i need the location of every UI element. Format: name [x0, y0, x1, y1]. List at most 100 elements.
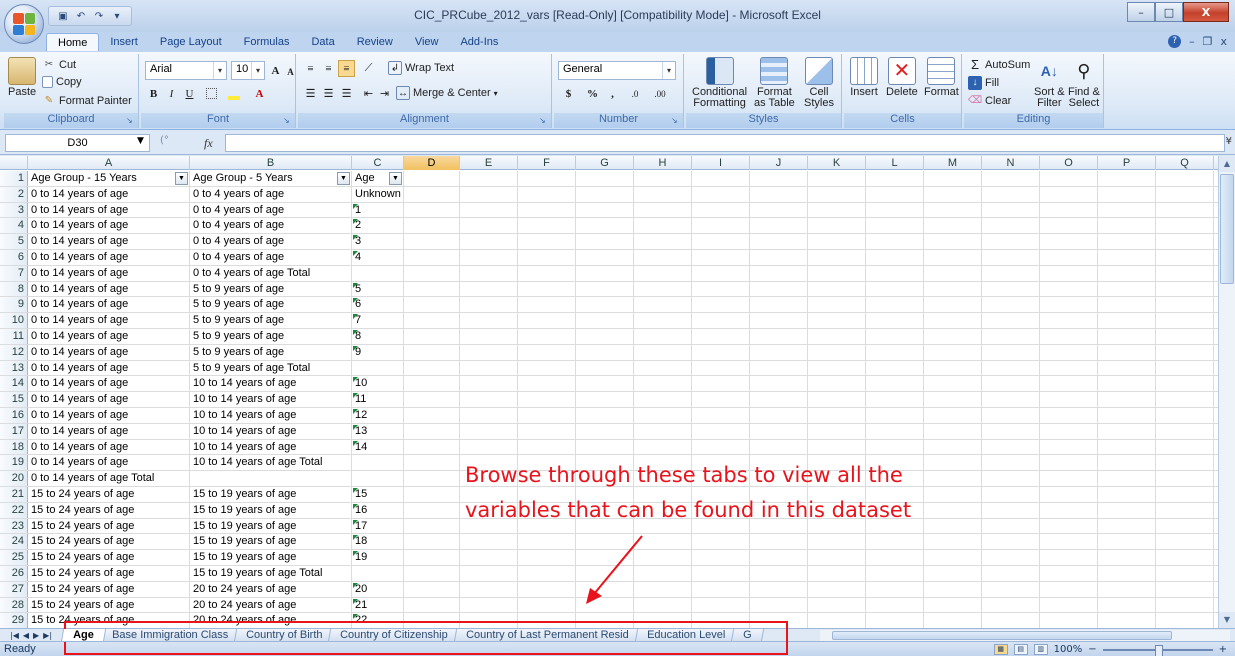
cell-j17[interactable]	[750, 423, 808, 439]
cell-styles-button[interactable]: Cell Styles	[804, 57, 834, 109]
cell-a19[interactable]: 0 to 14 years of age	[28, 455, 190, 471]
cell-e15[interactable]	[460, 392, 518, 407]
expand-formula-bar-icon[interactable]: ¥	[1226, 136, 1232, 147]
cell-c6[interactable]: 4	[352, 249, 404, 265]
row-header[interactable]: 11	[0, 328, 28, 344]
cell-e1[interactable]	[460, 171, 518, 186]
cell-e9[interactable]	[460, 297, 518, 313]
cell-q19[interactable]	[1156, 455, 1214, 471]
copy-button[interactable]: Copy	[42, 76, 82, 88]
cell-o19[interactable]	[1040, 455, 1098, 471]
filter-dropdown-icon[interactable]: ▼	[175, 172, 188, 185]
comma-button[interactable]: ,	[604, 85, 621, 102]
sheet-tab-age[interactable]: Age	[60, 629, 106, 642]
cell-f3[interactable]	[518, 202, 576, 218]
cell-c13[interactable]	[352, 360, 404, 376]
page-break-view-icon[interactable]: ▥	[1033, 644, 1048, 655]
paste-button[interactable]: Paste	[8, 57, 36, 98]
cell-j4[interactable]	[750, 218, 808, 234]
cell-e25[interactable]	[460, 550, 518, 565]
increase-decimal-button[interactable]: .0	[624, 85, 646, 102]
clear-button[interactable]: ⌫ Clear	[968, 94, 1011, 108]
cell-m25[interactable]	[924, 550, 982, 565]
cell-f16[interactable]	[518, 407, 576, 423]
cell-l29[interactable]	[866, 613, 924, 628]
cell-g10[interactable]	[576, 313, 634, 328]
cell-i29[interactable]	[692, 613, 750, 628]
row-header[interactable]: 26	[0, 565, 28, 581]
tab-view[interactable]: View	[404, 33, 450, 51]
cell-p19[interactable]	[1098, 455, 1156, 471]
cell-b6[interactable]: 0 to 4 years of age	[190, 249, 352, 265]
cell-m27[interactable]	[924, 581, 982, 597]
cell-l25[interactable]	[866, 550, 924, 565]
cell-l27[interactable]	[866, 581, 924, 597]
row-header[interactable]: 20	[0, 471, 28, 486]
cell-m10[interactable]	[924, 313, 982, 328]
cell-p20[interactable]	[1098, 471, 1156, 486]
cell-q26[interactable]	[1156, 565, 1214, 581]
cell-o27[interactable]	[1040, 581, 1098, 597]
cell-g15[interactable]	[576, 392, 634, 407]
cell-q13[interactable]	[1156, 360, 1214, 376]
row-header[interactable]: 13	[0, 360, 28, 376]
cell-p1[interactable]	[1098, 171, 1156, 186]
cell-b10[interactable]: 5 to 9 years of age	[190, 313, 352, 328]
cell-i5[interactable]	[692, 234, 750, 249]
increase-indent-icon[interactable]: ⇥	[376, 85, 393, 102]
cell-o25[interactable]	[1040, 550, 1098, 565]
cell-q18[interactable]	[1156, 439, 1214, 455]
cell-a14[interactable]: 0 to 14 years of age	[28, 376, 190, 392]
cell-e26[interactable]	[460, 565, 518, 581]
column-header-h[interactable]: H	[634, 156, 692, 170]
cell-m1[interactable]	[924, 171, 982, 186]
cell-o15[interactable]	[1040, 392, 1098, 407]
cell-f8[interactable]	[518, 281, 576, 297]
cell-p13[interactable]	[1098, 360, 1156, 376]
cell-i16[interactable]	[692, 407, 750, 423]
wrap-text-button[interactable]: ↲ Wrap Text	[388, 61, 454, 75]
cell-q22[interactable]	[1156, 502, 1214, 518]
cell-p8[interactable]	[1098, 281, 1156, 297]
cell-b7[interactable]: 0 to 4 years of age Total	[190, 265, 352, 281]
cell-o23[interactable]	[1040, 518, 1098, 534]
cell-p15[interactable]	[1098, 392, 1156, 407]
cell-q21[interactable]	[1156, 486, 1214, 502]
percent-button[interactable]: %	[584, 85, 601, 102]
cell-f9[interactable]	[518, 297, 576, 313]
cell-g18[interactable]	[576, 439, 634, 455]
cell-p27[interactable]	[1098, 581, 1156, 597]
cell-a10[interactable]: 0 to 14 years of age	[28, 313, 190, 328]
cell-o8[interactable]	[1040, 281, 1098, 297]
cell-m26[interactable]	[924, 565, 982, 581]
cell-j15[interactable]	[750, 392, 808, 407]
horizontal-scrollbar[interactable]	[820, 630, 1230, 641]
cell-o14[interactable]	[1040, 376, 1098, 392]
cell-p18[interactable]	[1098, 439, 1156, 455]
cell-j29[interactable]	[750, 613, 808, 628]
cell-i9[interactable]	[692, 297, 750, 313]
cell-d19[interactable]	[404, 455, 460, 471]
cell-d23[interactable]	[404, 518, 460, 534]
cell-p6[interactable]	[1098, 249, 1156, 265]
cell-f14[interactable]	[518, 376, 576, 392]
cell-e3[interactable]	[460, 202, 518, 218]
column-header-a[interactable]: A	[28, 156, 190, 170]
row-header[interactable]: 18	[0, 439, 28, 455]
cell-l10[interactable]	[866, 313, 924, 328]
cell-m8[interactable]	[924, 281, 982, 297]
row-header[interactable]: 10	[0, 313, 28, 328]
cell-p10[interactable]	[1098, 313, 1156, 328]
column-header-q[interactable]: Q	[1156, 156, 1214, 170]
cell-p26[interactable]	[1098, 565, 1156, 581]
cell-k3[interactable]	[808, 202, 866, 218]
cell-d18[interactable]	[404, 439, 460, 455]
cell-e5[interactable]	[460, 234, 518, 249]
cell-f2[interactable]	[518, 186, 576, 202]
cell-e16[interactable]	[460, 407, 518, 423]
cell-e8[interactable]	[460, 281, 518, 297]
cell-d4[interactable]	[404, 218, 460, 234]
cell-l14[interactable]	[866, 376, 924, 392]
cell-l4[interactable]	[866, 218, 924, 234]
cell-b9[interactable]: 5 to 9 years of age	[190, 297, 352, 313]
